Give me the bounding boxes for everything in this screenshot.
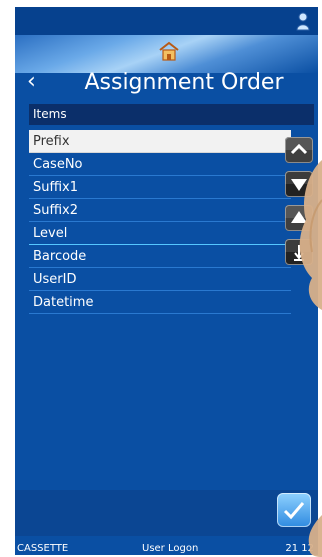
list-item-label: Suffix2 [33, 203, 79, 218]
list-item-label: Suffix1 [33, 180, 79, 195]
chevron-left-icon[interactable]: ‹ [27, 71, 41, 93]
device-frame: ‹ Assignment Order Items Prefix CaseNo S… [0, 0, 322, 557]
list-item[interactable]: Suffix2 [29, 199, 291, 222]
button-shine [285, 239, 313, 252]
button-shine [285, 137, 313, 150]
list-item-label: UserID [33, 272, 77, 287]
list-item[interactable]: Datetime [29, 291, 291, 314]
user-icon[interactable] [294, 11, 312, 31]
list-item-label: Barcode [33, 249, 87, 264]
move-bottom-button[interactable] [285, 239, 313, 265]
list-item-label: CaseNo [33, 157, 83, 172]
status-right: 21 12 [285, 543, 314, 554]
list-item[interactable]: CaseNo [29, 153, 291, 176]
bottom-toolbar [15, 490, 318, 536]
list-item[interactable]: Level [29, 222, 291, 245]
status-left: CASSETTE [17, 543, 69, 554]
move-top-button[interactable] [285, 137, 313, 163]
list-item-label: Level [33, 226, 68, 241]
move-down-button[interactable] [285, 171, 313, 197]
items-header: Items [29, 104, 314, 125]
confirm-icon [283, 502, 305, 520]
page-title: Assignment Order [84, 70, 284, 95]
button-shine [285, 205, 313, 218]
home-icon[interactable] [158, 40, 180, 62]
status-bar: CASSETTE User Logon 21 12 [15, 543, 318, 555]
list-item[interactable]: UserID [29, 268, 291, 291]
items-list: Prefix CaseNo Suffix1 Suffix2 Level Barc… [29, 130, 291, 314]
list-item-label: Prefix [33, 134, 70, 149]
confirm-button[interactable] [277, 493, 311, 527]
list-item[interactable]: Suffix1 [29, 176, 291, 199]
status-center: User Logon [142, 543, 199, 554]
list-item-label: Datetime [33, 295, 94, 310]
button-shine [285, 171, 313, 184]
top-bar [15, 7, 318, 35]
list-item[interactable]: Prefix [29, 130, 291, 153]
move-up-button[interactable] [285, 205, 313, 231]
list-item[interactable]: Barcode [29, 245, 291, 268]
app-screen: ‹ Assignment Order Items Prefix CaseNo S… [15, 7, 318, 555]
